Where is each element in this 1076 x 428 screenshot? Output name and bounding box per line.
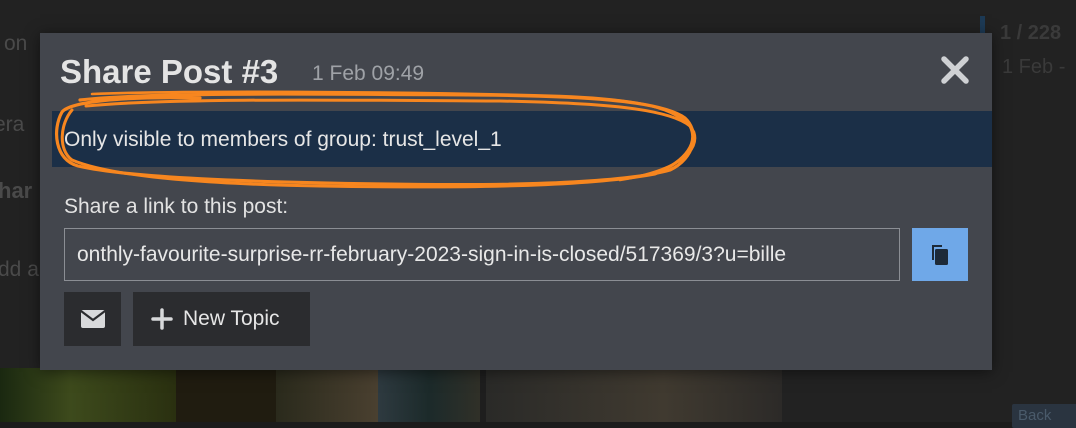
share-link-input[interactable] <box>64 228 900 281</box>
share-link-label: Share a link to this post: <box>64 195 289 218</box>
share-post-modal: Share Post #3 1 Feb 09:49 Only visible t… <box>40 33 992 370</box>
close-button[interactable] <box>940 55 970 85</box>
visibility-notice-text: Only visible to members of group: trust_… <box>64 128 502 151</box>
background-image-strip <box>0 368 790 422</box>
close-icon <box>941 56 969 84</box>
timeline-post-count: 1 / 228 <box>1000 22 1062 44</box>
background-image <box>0 368 176 422</box>
email-share-button[interactable] <box>64 292 121 346</box>
background-image <box>378 368 480 422</box>
new-topic-label: New Topic <box>183 307 280 330</box>
modal-title: Share Post #3 <box>60 53 279 90</box>
copy-icon <box>932 244 948 265</box>
post-date: 1 Feb 09:49 <box>312 62 425 85</box>
plus-icon <box>151 308 173 330</box>
envelope-icon <box>80 310 105 328</box>
background-text: on <box>4 32 28 55</box>
back-button: Back <box>1012 404 1076 428</box>
visibility-notice: Only visible to members of group: trust_… <box>52 111 992 167</box>
new-topic-button[interactable]: New Topic <box>133 292 310 346</box>
background-image <box>176 368 276 422</box>
background-image <box>276 368 378 422</box>
timeline-date: 1 Feb - <box>1002 56 1066 78</box>
background-text: har <box>0 178 33 203</box>
background-image <box>486 368 782 422</box>
background-text: era <box>0 113 25 136</box>
copy-link-button[interactable] <box>912 228 968 281</box>
background-text: dd a <box>0 258 39 281</box>
